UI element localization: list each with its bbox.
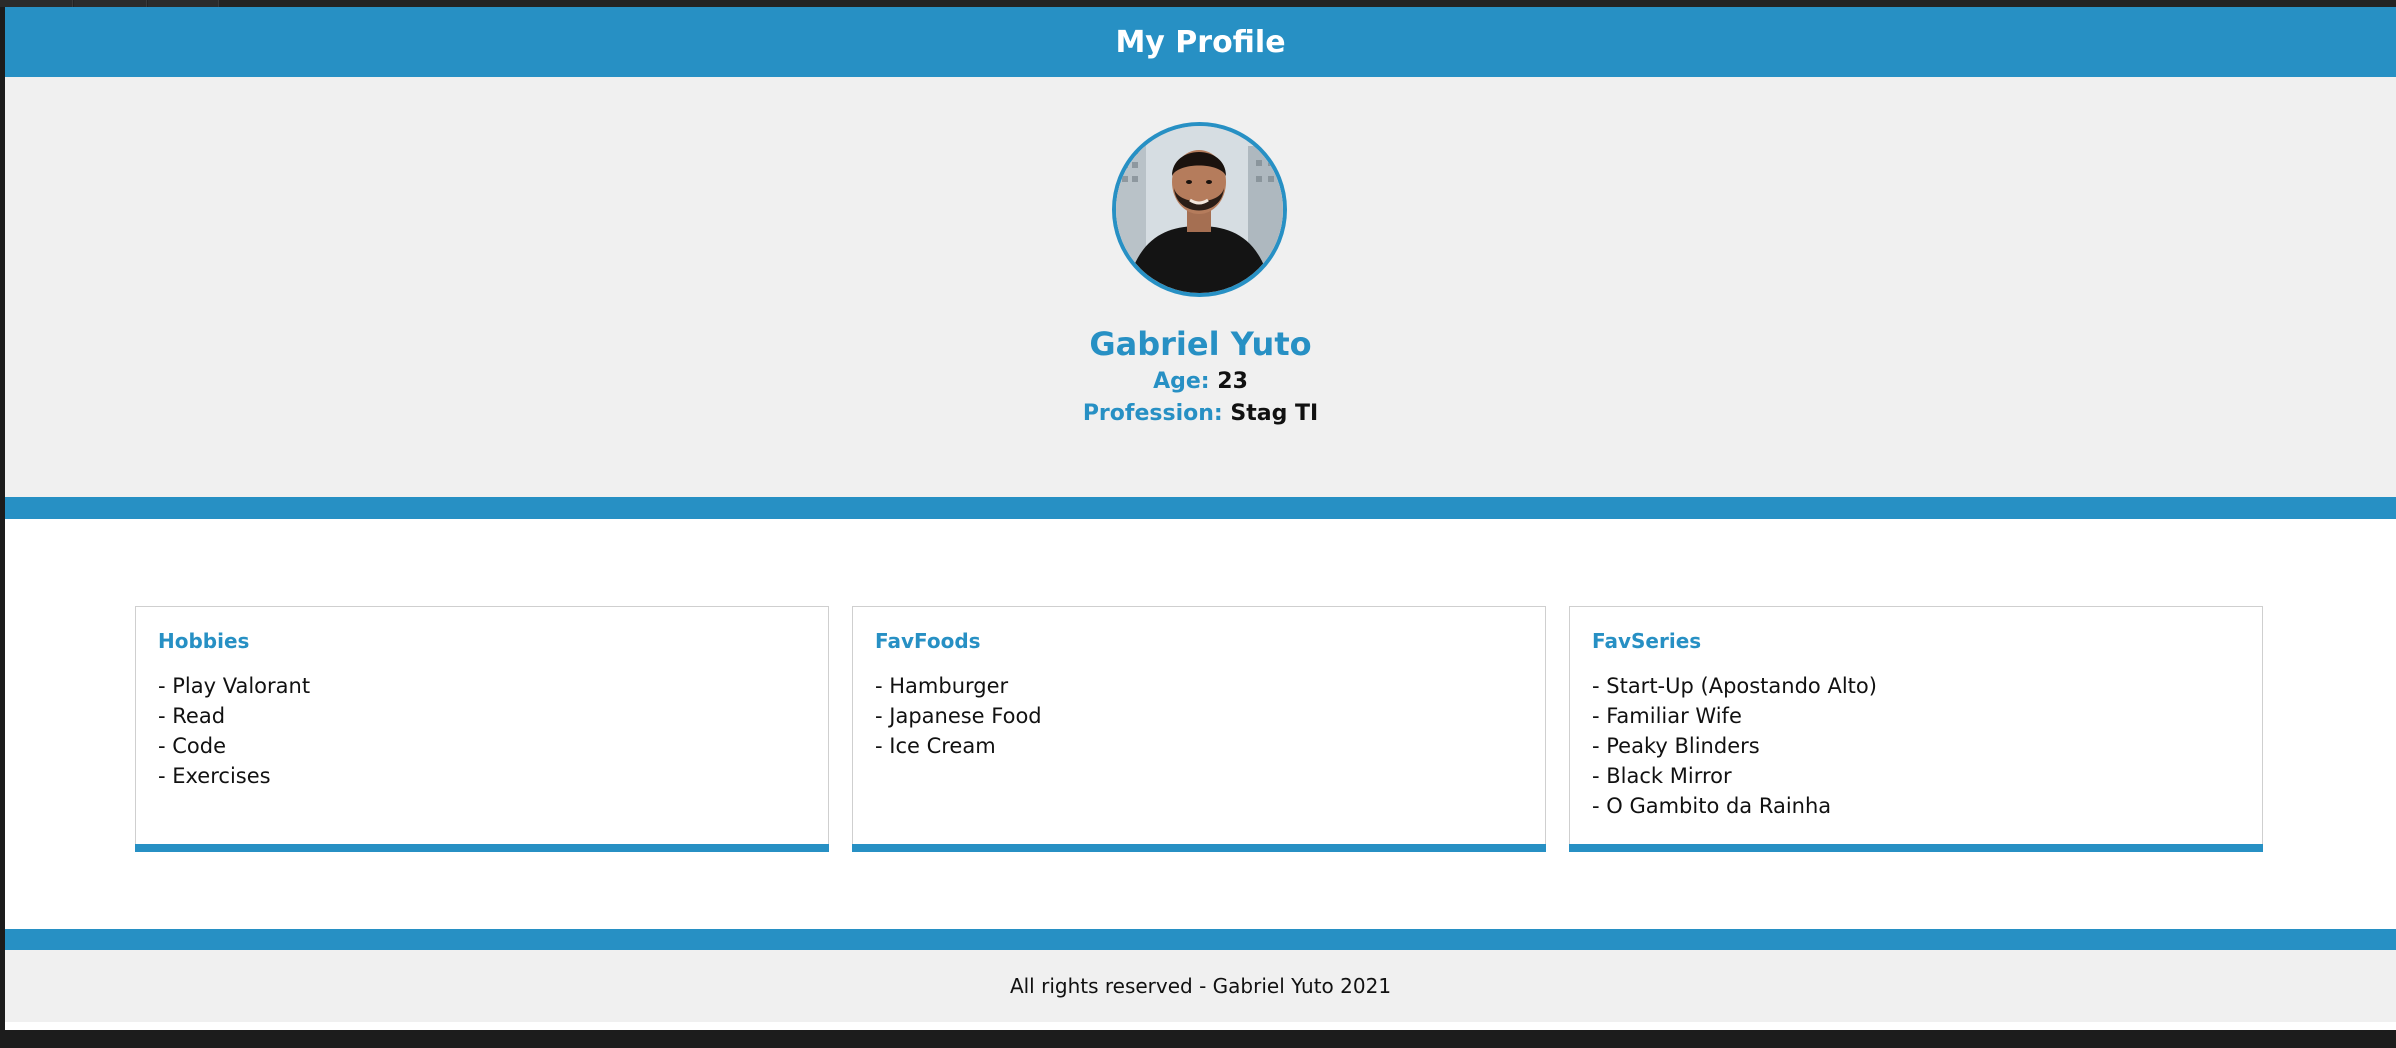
age-line: Age: 23 [5,369,2396,394]
profile-photo [1116,126,1283,293]
favfoods-card: FavFoods - Hamburger - Japanese Food - I… [852,606,1546,852]
browser-tab[interactable] [74,0,147,7]
card-accent-bar [135,844,829,852]
profession-value: Stag TI [1230,401,1319,426]
card-title: FavSeries [1592,629,1702,653]
profile-name: Gabriel Yuto [1089,325,1312,363]
browser-tab[interactable] [148,0,219,7]
list-item: - Code [158,734,227,758]
bottom-strip [5,1022,2396,1030]
list-item: - Hamburger [875,674,1009,698]
profession-label: Profession: [1082,401,1223,426]
page-header: My Profile [5,7,2396,77]
page-title: My Profile [1115,24,1286,60]
list-item: - Play Valorant [158,674,311,698]
list-item: - Familiar Wife [1592,704,1742,728]
card-title: Hobbies [158,629,250,653]
list-item: - Exercises [158,764,271,788]
list-item: - O Gambito da Rainha [1592,794,1832,818]
hobbies-card: Hobbies - Play Valorant - Read - Code - … [135,606,829,852]
card-accent-bar [852,844,1546,852]
avatar [1112,122,1287,297]
cards-section: Hobbies - Play Valorant - Read - Code - … [5,519,2396,929]
list-item: - Ice Cream [875,734,996,758]
browser-tab[interactable] [0,0,73,7]
section-divider [5,497,2396,519]
age-label: Age: [1153,369,1210,394]
list-item: - Peaky Blinders [1592,734,1760,758]
card-accent-bar [1569,844,2263,852]
favfoods-list: - Hamburger - Japanese Food - Ice Cream [875,671,1042,761]
card-title: FavFoods [875,629,981,653]
list-item: - Black Mirror [1592,764,1732,788]
favseries-list: - Start-Up (Apostando Alto) - Familiar W… [1592,671,1877,821]
footer-divider [5,929,2396,950]
list-item: - Japanese Food [875,704,1042,728]
list-item: - Read [158,704,226,728]
browser-tab-strip [0,0,2396,7]
favseries-card: FavSeries - Start-Up (Apostando Alto) - … [1569,606,2263,852]
page-footer: All rights reserved - Gabriel Yuto 2021 [5,950,2396,1022]
age-value: 23 [1217,369,1248,394]
profession-line: Profession: Stag TI [5,401,2396,426]
footer-text: All rights reserved - Gabriel Yuto 2021 [1009,974,1392,998]
hobbies-list: - Play Valorant - Read - Code - Exercise… [158,671,310,791]
profile-section: Gabriel Yuto Age: 23 Profession: Stag TI [5,77,2396,497]
list-item: - Start-Up (Apostando Alto) [1592,674,1877,698]
profile-page: My Profile Gabriel Yuto Age: 23 Professi… [5,7,2396,1030]
